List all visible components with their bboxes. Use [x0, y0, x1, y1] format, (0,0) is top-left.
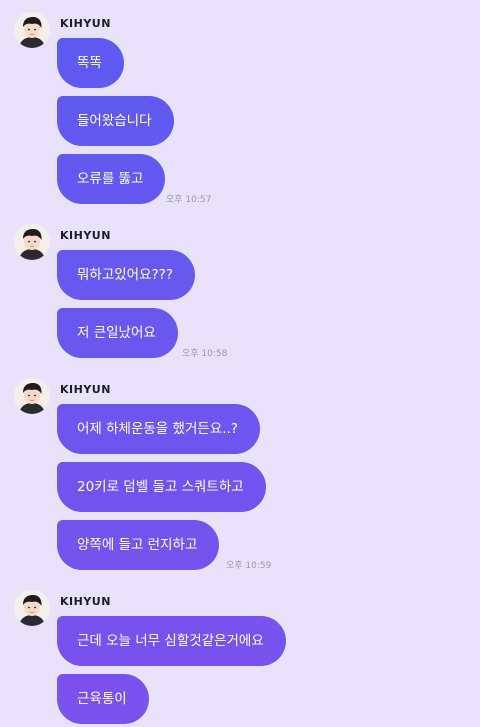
message-bubble[interactable]: 저 큰일났어요: [57, 308, 178, 358]
message-bubble[interactable]: 양쪽에 들고 런지하고: [57, 520, 220, 570]
chat-thread[interactable]: KIHYUN 똑똑 들어왔습니다 오류를 뚫고 오후 10:57 KIHYUN …: [0, 0, 480, 727]
message-bubble[interactable]: 뭐하고있어요???: [57, 250, 196, 300]
message-bubble[interactable]: 어제 하체운동을 했거든요..?: [57, 404, 260, 454]
message-bubble[interactable]: 똑똑: [57, 38, 124, 88]
timestamp: 오후 10:57: [166, 195, 212, 205]
sender-name: KIHYUN: [60, 383, 111, 396]
sender-name: KIHYUN: [60, 229, 111, 242]
message-bubble[interactable]: 들어왔습니다: [57, 96, 174, 146]
avatar[interactable]: [14, 590, 50, 626]
timestamp: 오후 10:59: [226, 561, 272, 571]
message-bubble[interactable]: 근데 오늘 너무 심할것같은거에요: [57, 616, 286, 666]
avatar[interactable]: [14, 378, 50, 414]
timestamp: 오후 10:58: [182, 349, 228, 359]
sender-name: KIHYUN: [60, 17, 111, 30]
message-bubble[interactable]: 근육통이: [57, 674, 149, 724]
avatar[interactable]: [14, 12, 50, 48]
message-bubble[interactable]: 20키로 덤벨 들고 스쿼트하고: [57, 462, 266, 512]
avatar[interactable]: [14, 224, 50, 260]
message-bubble[interactable]: 오류를 뚫고: [57, 154, 166, 204]
sender-name: KIHYUN: [60, 595, 111, 608]
